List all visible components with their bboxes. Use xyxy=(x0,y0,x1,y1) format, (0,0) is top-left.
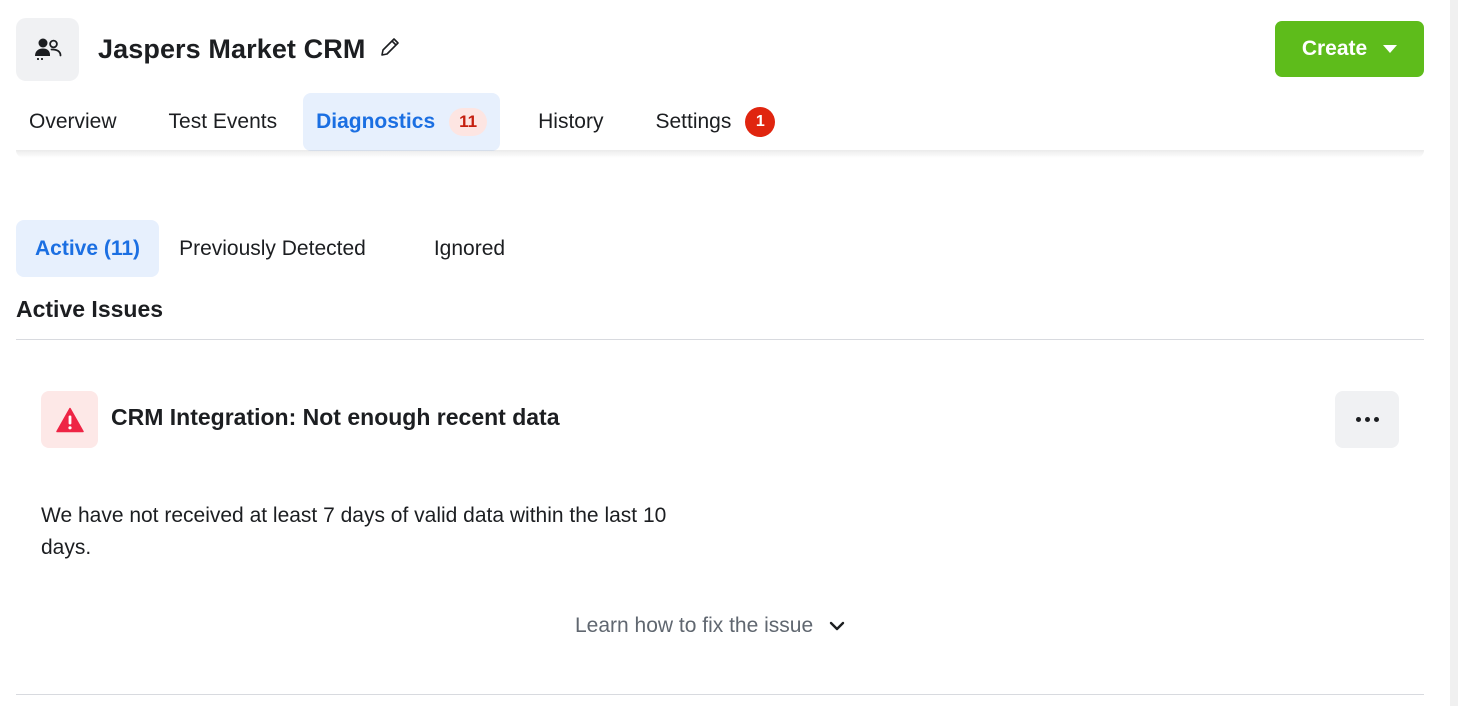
tab-ignored[interactable]: Ignored xyxy=(415,220,524,277)
create-button-label: Create xyxy=(1301,37,1368,60)
more-horizontal-icon xyxy=(1364,417,1370,422)
main-tabs: Overview Test Events Diagnostics 11 Hist… xyxy=(16,93,788,151)
more-options-button[interactable] xyxy=(1335,391,1399,448)
pencil-icon xyxy=(381,38,400,56)
issue-filter-tabs: Active (11) Previously Detected Ignored xyxy=(16,220,524,277)
learn-link-label: Learn how to fix the issue xyxy=(575,614,814,637)
settings-alert-badge: 1 xyxy=(745,107,776,137)
tab-history[interactable]: History xyxy=(500,93,629,151)
divider xyxy=(16,694,1424,695)
issue-severity-icon-box xyxy=(41,391,98,448)
divider xyxy=(16,339,1424,340)
edit-title-button[interactable] xyxy=(377,34,403,60)
issue-description: We have not received at least 7 days of … xyxy=(41,504,667,559)
scrollbar-track[interactable] xyxy=(1450,0,1458,706)
section-title: Active Issues xyxy=(16,296,164,322)
tab-label: Diagnostics xyxy=(316,110,436,133)
more-horizontal-icon xyxy=(1373,417,1379,422)
caret-down-icon xyxy=(1383,45,1398,53)
page-title: Jaspers Market CRM xyxy=(98,33,366,64)
tab-test-events[interactable]: Test Events xyxy=(143,93,304,151)
tab-overview[interactable]: Overview xyxy=(16,93,143,151)
users-icon xyxy=(34,38,61,60)
tab-diagnostics[interactable]: Diagnostics 11 xyxy=(303,93,501,151)
tab-label: Test Events xyxy=(168,110,278,133)
tab-label: Overview xyxy=(29,110,117,133)
page-header: Jaspers Market CRM Create xyxy=(16,17,1424,81)
tab-label: Settings xyxy=(655,110,732,133)
tab-previously-detected[interactable]: Previously Detected xyxy=(159,220,385,277)
chevron-down-icon xyxy=(827,616,847,636)
tab-label: History xyxy=(538,110,604,133)
more-horizontal-icon xyxy=(1355,417,1361,422)
create-button[interactable]: Create xyxy=(1275,21,1424,77)
tab-active-issues[interactable]: Active (11) xyxy=(16,220,160,277)
issue-title: CRM Integration: Not enough recent data xyxy=(111,404,560,430)
warning-triangle-icon xyxy=(55,407,84,432)
app-avatar xyxy=(16,17,79,81)
learn-how-to-fix-toggle[interactable]: Learn how to fix the issue xyxy=(575,614,847,638)
header-shadow xyxy=(16,150,1424,158)
diagnostics-count-badge: 11 xyxy=(449,108,488,136)
tab-settings[interactable]: Settings 1 xyxy=(629,93,788,151)
